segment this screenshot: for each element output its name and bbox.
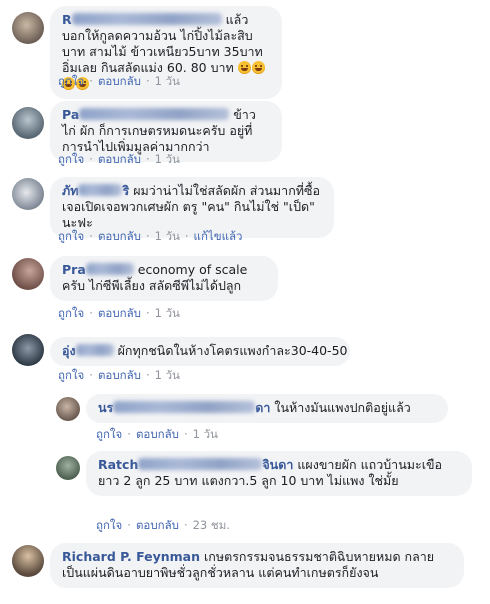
commenter-name[interactable]: R — [62, 12, 222, 27]
timestamp[interactable]: 1 วัน — [193, 427, 218, 441]
edited-link[interactable]: แก้ไขแล้ว — [194, 229, 243, 243]
like-link[interactable]: ถูกใจ — [58, 229, 84, 243]
separator: · — [145, 74, 150, 88]
comment-actions: ถูกใจ · ตอบกลับ · 1 วัน — [58, 368, 180, 382]
comment-bubble: อุ่ง ผักทุกชนิดในห้างโคตรแพงกำละ30-40-50 — [50, 337, 350, 366]
comment-actions: ถูกใจ · ตอบกลับ · 1 วัน — [58, 152, 180, 166]
like-link[interactable]: ถูกใจ — [58, 368, 84, 382]
separator: · — [183, 427, 188, 441]
separator: · — [89, 368, 93, 382]
timestamp[interactable]: 1 วัน — [155, 306, 180, 320]
commenter-name[interactable]: นร ดา — [98, 400, 270, 415]
commenter-name[interactable]: Richard P. Feynman — [62, 549, 200, 564]
comment-bubble: นร ดา ในห้างมันแพงปกติอยู่แล้ว — [86, 394, 448, 423]
comment-text: ผักทุกชนิดในห้างโคตรแพงกำละ30-40-50 — [117, 343, 348, 358]
laughing-emoji-icon — [237, 61, 251, 74]
avatar[interactable] — [12, 258, 44, 290]
commenter-name[interactable]: Ratch จินดา — [98, 457, 293, 472]
comment-actions: ถูกใจ · ตอบกลับ · 1 วัน — [58, 306, 180, 320]
commenter-name[interactable]: อุ่ง — [62, 343, 114, 358]
like-link[interactable]: ถูกใจ — [96, 518, 122, 532]
comment-actions: ถูกใจ · ตอบกลับ · 23 ชม. — [96, 518, 230, 532]
commenter-name[interactable]: ภัท ริ — [62, 183, 129, 198]
reply-link[interactable]: ตอบกลับ — [98, 306, 141, 320]
avatar[interactable] — [12, 178, 44, 210]
laughing-emoji-icon — [251, 61, 265, 74]
separator: · — [127, 427, 131, 441]
reply-link[interactable]: ตอบกลับ — [98, 368, 141, 382]
comment-actions: ถูกใจ · ตอบกลับ · 1 วัน — [58, 74, 180, 88]
avatar[interactable] — [12, 334, 44, 366]
timestamp[interactable]: 1 วัน — [155, 368, 180, 382]
comment-text: ในห้างมันแพงปกติอยู่แล้ว — [274, 400, 411, 415]
separator: · — [127, 518, 131, 532]
like-link[interactable]: ถูกใจ — [58, 152, 84, 166]
comment-actions: ถูกใจ · ตอบกลับ · 1 วัน · แก้ไขแล้ว — [58, 229, 242, 243]
separator: · — [89, 306, 93, 320]
commenter-name[interactable]: Pra — [62, 262, 134, 277]
reply-link[interactable]: ตอบกลับ — [98, 74, 141, 88]
comment-bubble: Richard P. Feynman เกษตรกรรมจนธรรมชาติฉิ… — [50, 543, 464, 588]
avatar[interactable] — [12, 12, 44, 44]
separator: · — [89, 74, 93, 88]
separator: · — [183, 518, 188, 532]
avatar[interactable] — [12, 107, 44, 139]
like-link[interactable]: ถูกใจ — [58, 74, 84, 88]
reply-link[interactable]: ตอบกลับ — [98, 152, 141, 166]
reply-link[interactable]: ตอบกลับ — [98, 229, 141, 243]
avatar[interactable] — [56, 397, 80, 421]
separator: · — [145, 368, 150, 382]
separator: · — [184, 229, 189, 243]
avatar[interactable] — [12, 545, 44, 577]
commenter-name[interactable]: Pa — [62, 107, 230, 122]
comment-bubble: Ratch จินดา แผงขายผัก แถวบ้านมะเขือยาว 2 … — [86, 451, 472, 496]
like-link[interactable]: ถูกใจ — [58, 306, 84, 320]
separator: · — [145, 152, 150, 166]
timestamp[interactable]: 23 ชม. — [193, 518, 230, 532]
avatar[interactable] — [56, 456, 80, 480]
timestamp[interactable]: 1 วัน — [155, 152, 180, 166]
comment-bubble: Pra economy of scale ครับ ไก่ซีพีเลี้ยง … — [50, 256, 278, 301]
separator: · — [145, 229, 150, 243]
separator: · — [89, 152, 93, 166]
separator: · — [145, 306, 150, 320]
timestamp[interactable]: 1 วัน — [155, 74, 180, 88]
separator: · — [89, 229, 93, 243]
timestamp[interactable]: 1 วัน — [155, 229, 180, 243]
reply-link[interactable]: ตอบกลับ — [136, 427, 179, 441]
like-link[interactable]: ถูกใจ — [96, 427, 122, 441]
reply-link[interactable]: ตอบกลับ — [136, 518, 179, 532]
comment-actions: ถูกใจ · ตอบกลับ · 1 วัน — [96, 427, 218, 441]
